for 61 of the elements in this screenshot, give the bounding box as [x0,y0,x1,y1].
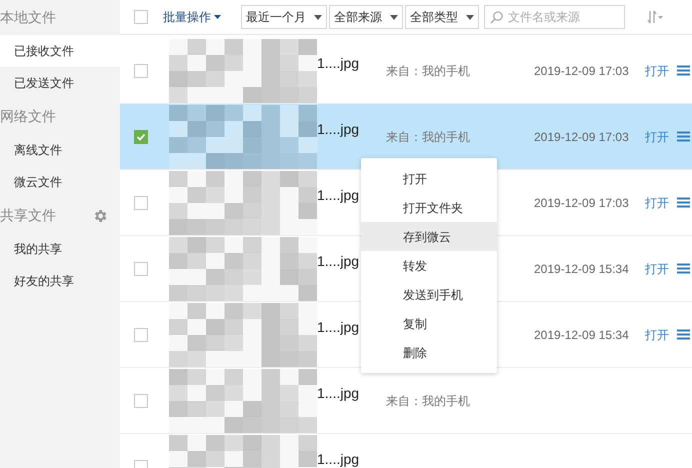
file-name: 1....jpg [317,187,360,203]
menu-item[interactable]: 打开文件夹 [361,193,497,222]
file-row[interactable]: 1....jpg 来自：我的手机 2019-12-09 17:03 打开 [120,104,692,170]
checkbox[interactable] [134,64,148,78]
menu-icon[interactable] [677,329,690,340]
sidebar-item[interactable]: 已接收文件 [0,35,120,67]
file-name: 1....jpg [317,55,360,71]
file-date: 2019-12-09 17:03 [534,130,629,144]
file-source: 来自：我的手机 [386,64,470,78]
search-icon [490,11,503,24]
sidebar-item[interactable]: 好友的共享 [0,265,120,297]
open-link[interactable]: 打开 [645,62,669,80]
checkbox[interactable] [134,262,148,276]
section-title: 本地文件 [0,8,56,27]
checkbox[interactable] [134,394,148,408]
sidebar-item[interactable]: 已发送文件 [0,67,120,99]
checkbox[interactable] [134,130,148,144]
filter-dropdown[interactable]: 全部来源 [329,5,403,29]
open-link[interactable]: 打开 [645,326,669,344]
menu-item[interactable]: 存到微云 [361,222,497,251]
file-name: 1....jpg [317,121,360,137]
checkbox[interactable] [134,10,148,24]
caret-icon [390,14,398,20]
section-title: 网络文件 [0,107,56,126]
file-row[interactable]: 1....jpg 来自：我的手机 2019-12-09 17:03 打开 [120,38,692,104]
batch-dropdown[interactable]: 批量操作 [163,8,221,26]
file-name: 1....jpg [317,385,360,401]
menu-icon[interactable] [677,197,690,208]
menu-icon[interactable] [677,131,690,142]
search-field[interactable]: 文件名或来源 [484,5,625,29]
open-link[interactable]: 打开 [645,260,669,278]
file-date: 2019-12-09 15:34 [534,328,629,342]
checkbox[interactable] [134,328,148,342]
section-title: 共享文件 [0,206,56,225]
gear-icon[interactable] [92,208,108,224]
menu-item[interactable]: 转发 [361,251,497,280]
caret-icon [214,15,221,19]
check-icon [136,132,146,142]
filter-dropdown[interactable]: 最近一个月 [241,5,327,29]
checkbox[interactable] [134,196,148,210]
open-link[interactable]: 打开 [645,194,669,212]
menu-item[interactable]: 复制 [361,309,497,338]
sort-icon[interactable] [647,10,663,24]
sidebar-item[interactable]: 我的共享 [0,233,120,265]
file-date: 2019-12-09 17:03 [534,64,629,78]
file-row[interactable]: 1....jpg 来自：我的手机 [120,368,692,434]
file-name: 1....jpg [317,319,360,335]
menu-item[interactable]: 删除 [361,338,497,367]
sidebar-item[interactable]: 微云文件 [0,166,120,198]
menu-icon[interactable] [677,263,690,274]
menu-icon[interactable] [677,65,690,76]
file-date: 2019-12-09 17:03 [534,196,629,210]
file-date: 2019-12-09 15:34 [534,262,629,276]
caret-icon [466,14,474,20]
file-name: 1....jpg [317,451,360,467]
file-source: 来自：我的手机 [386,394,470,408]
sidebar-item[interactable]: 离线文件 [0,134,120,166]
caret-icon [314,14,322,20]
file-name: 1....jpg [317,253,360,269]
filter-dropdown[interactable]: 全部类型 [405,5,479,29]
file-source: 来自：我的手机 [386,130,470,144]
